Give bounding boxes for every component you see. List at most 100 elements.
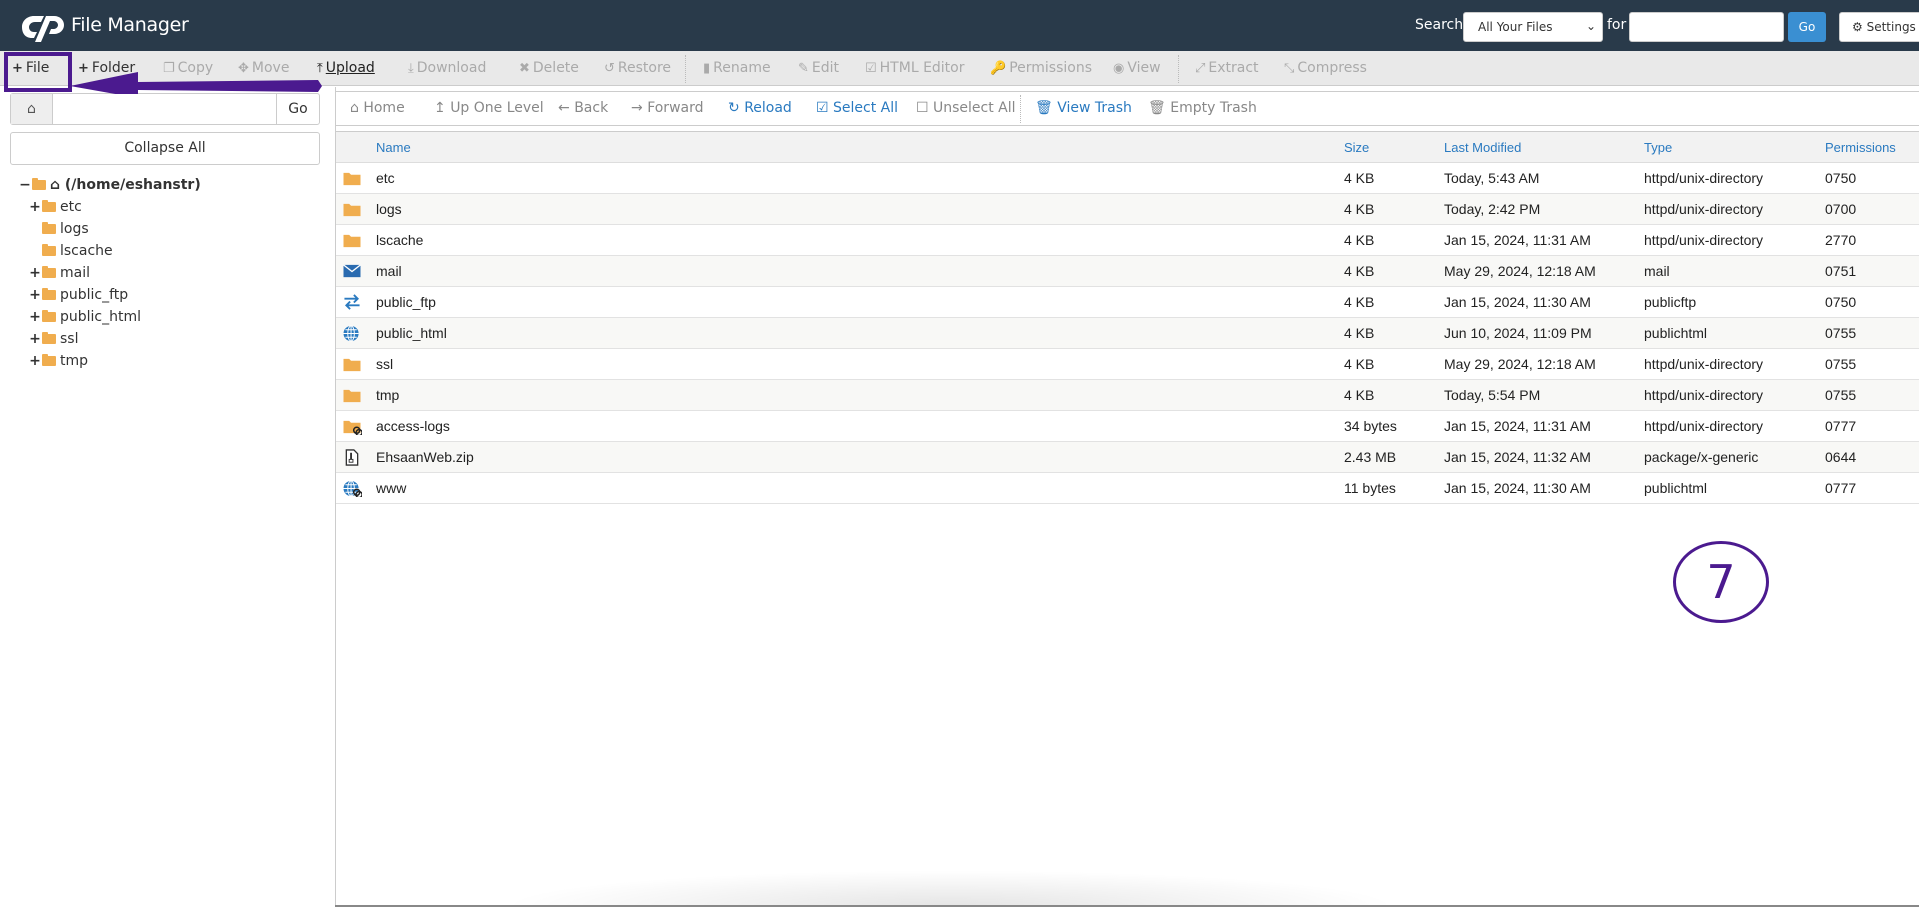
- folder-icon: [42, 288, 56, 300]
- tree-item[interactable]: logs: [18, 218, 201, 240]
- file-modified: Jan 15, 2024, 11:31 AM: [1444, 232, 1591, 248]
- table-row[interactable]: ssl 4 KB May 29, 2024, 12:18 AM httpd/unix-…: [336, 349, 1919, 380]
- folder-tree-panel: ⌂ Go Collapse All − ⌂ (/home/eshanstr) + e…: [0, 87, 330, 907]
- table-row[interactable]: EhsaanWeb.zip 2.43 MB Jan 15, 2024, 11:32 …: [336, 442, 1919, 473]
- file-type: package/x-generic: [1644, 449, 1759, 465]
- view-button[interactable]: ◉ View: [1113, 51, 1161, 86]
- restore-button[interactable]: ↺ Restore: [604, 51, 671, 86]
- file-permissions: 2770: [1825, 232, 1857, 248]
- table-row[interactable]: access-logs 34 bytes Jan 15, 2024, 11:31 A…: [336, 411, 1919, 442]
- file-name[interactable]: public_ftp: [376, 287, 436, 318]
- column-size[interactable]: Size: [1344, 132, 1369, 164]
- table-row[interactable]: logs 4 KB Today, 2:42 PM httpd/unix-directo…: [336, 194, 1919, 225]
- home-icon[interactable]: ⌂: [11, 94, 53, 124]
- table-row[interactable]: public_ftp 4 KB Jan 15, 2024, 11:30 AM publ…: [336, 287, 1919, 318]
- file-name[interactable]: public_html: [376, 318, 447, 349]
- file-name[interactable]: access-logs: [376, 411, 450, 442]
- folder-icon: [42, 332, 56, 344]
- tree-item[interactable]: + public_html: [18, 306, 201, 328]
- back-button[interactable]: ← Back: [558, 92, 608, 125]
- compress-icon: ⤡: [1284, 61, 1295, 76]
- table-row[interactable]: public_html 4 KB Jun 10, 2024, 11:09 PM pub…: [336, 318, 1919, 349]
- tree-item[interactable]: lscache: [18, 240, 201, 262]
- collapse-icon[interactable]: −: [18, 174, 32, 196]
- expand-icon[interactable]: +: [28, 196, 42, 218]
- file-name[interactable]: etc: [376, 163, 395, 194]
- tree-item-label: public_ftp: [60, 287, 129, 303]
- file-permissions: 0700: [1825, 201, 1857, 217]
- download-button[interactable]: ⤓ Download: [408, 51, 486, 86]
- tree-item-label: etc: [60, 199, 82, 215]
- rename-button[interactable]: ▮ Rename: [703, 51, 771, 86]
- file-name[interactable]: lscache: [376, 225, 423, 256]
- arrow-annotation: [70, 72, 322, 94]
- settings-button[interactable]: ⚙ Settings: [1839, 12, 1919, 42]
- select-all-button[interactable]: ☑ Select All: [816, 92, 898, 125]
- column-type[interactable]: Type: [1644, 132, 1672, 164]
- path-input[interactable]: [54, 94, 286, 124]
- file-permissions: 0755: [1825, 325, 1857, 341]
- folder-tree: − ⌂ (/home/eshanstr) + etc logs lscache + mail…: [18, 174, 201, 372]
- checkbox-checked-icon: ☑: [816, 100, 834, 116]
- file-type: httpd/unix-directory: [1644, 170, 1764, 186]
- file-name[interactable]: ssl: [376, 349, 393, 380]
- forward-button[interactable]: → Forward: [631, 92, 704, 125]
- edit-button[interactable]: ✎ Edit: [798, 51, 839, 86]
- table-row[interactable]: etc 4 KB Today, 5:43 AM httpd/unix-director…: [336, 163, 1919, 194]
- folder-open-icon: [32, 178, 46, 190]
- checkbox-empty-icon: ☐: [916, 100, 934, 116]
- globe-link-icon: [343, 480, 362, 497]
- column-name[interactable]: Name: [376, 132, 411, 164]
- collapse-all-button[interactable]: Collapse All: [10, 132, 320, 165]
- file-permissions: 0755: [1825, 356, 1857, 372]
- expand-icon[interactable]: +: [28, 350, 42, 372]
- level-up-icon: ↥: [434, 100, 451, 116]
- search-go-button[interactable]: Go: [1788, 12, 1826, 42]
- search-input[interactable]: [1629, 12, 1784, 42]
- settings-label: Settings: [1866, 20, 1916, 34]
- view-trash-button[interactable]: 🗑 View Trash: [1035, 92, 1132, 125]
- tree-item-label: ssl: [60, 331, 79, 347]
- tree-item[interactable]: + ssl: [18, 328, 201, 350]
- key-icon: 🔑: [990, 61, 1007, 76]
- nav-home-button[interactable]: ⌂ Home: [350, 92, 405, 125]
- table-row[interactable]: mail 4 KB May 29, 2024, 12:18 AM mail 0751: [336, 256, 1919, 287]
- file-type: httpd/unix-directory: [1644, 387, 1764, 403]
- tree-item[interactable]: + mail: [18, 262, 201, 284]
- file-size: 34 bytes: [1344, 418, 1397, 434]
- tree-item[interactable]: + tmp: [18, 350, 201, 372]
- file-name[interactable]: EhsaanWeb.zip: [376, 442, 474, 473]
- delete-button[interactable]: ✖ Delete: [519, 51, 579, 86]
- search-scope-select[interactable]: All Your Files ⌄: [1463, 12, 1603, 42]
- expand-icon[interactable]: +: [28, 328, 42, 350]
- up-one-level-button[interactable]: ↥ Up One Level: [434, 92, 544, 125]
- file-type: httpd/unix-directory: [1644, 356, 1764, 372]
- tree-item[interactable]: + public_ftp: [18, 284, 201, 306]
- compress-button[interactable]: ⤡ Compress: [1284, 51, 1367, 86]
- file-name[interactable]: www: [376, 473, 406, 504]
- file-name[interactable]: logs: [376, 194, 402, 225]
- expand-icon[interactable]: +: [28, 306, 42, 328]
- file-name[interactable]: mail: [376, 256, 402, 287]
- path-go-button[interactable]: Go: [276, 94, 319, 124]
- table-row[interactable]: tmp 4 KB Today, 5:54 PM httpd/unix-director…: [336, 380, 1919, 411]
- file-size: 4 KB: [1344, 232, 1375, 248]
- tree-root[interactable]: − ⌂ (/home/eshanstr): [18, 174, 201, 196]
- reload-button[interactable]: ↻ Reload: [728, 92, 792, 125]
- permissions-button[interactable]: 🔑 Permissions: [990, 51, 1092, 86]
- tree-item[interactable]: + etc: [18, 196, 201, 218]
- expand-icon[interactable]: +: [28, 284, 42, 306]
- html-editor-button[interactable]: ☑ HTML Editor: [865, 51, 965, 86]
- expand-icon[interactable]: +: [28, 262, 42, 284]
- file-permissions: 0755: [1825, 387, 1857, 403]
- file-size: 4 KB: [1344, 170, 1375, 186]
- table-row[interactable]: lscache 4 KB Jan 15, 2024, 11:31 AM httpd/u…: [336, 225, 1919, 256]
- extract-button[interactable]: ⤢ Extract: [1195, 51, 1259, 86]
- file-name[interactable]: tmp: [376, 380, 399, 411]
- table-row[interactable]: www 11 bytes Jan 15, 2024, 11:30 AM publich…: [336, 473, 1919, 504]
- empty-trash-button[interactable]: 🗑 Empty Trash: [1148, 92, 1257, 125]
- column-last-modified[interactable]: Last Modified: [1444, 132, 1521, 164]
- unselect-all-button[interactable]: ☐ Unselect All: [916, 92, 1016, 125]
- column-permissions[interactable]: Permissions: [1825, 132, 1896, 164]
- file-type: httpd/unix-directory: [1644, 201, 1764, 217]
